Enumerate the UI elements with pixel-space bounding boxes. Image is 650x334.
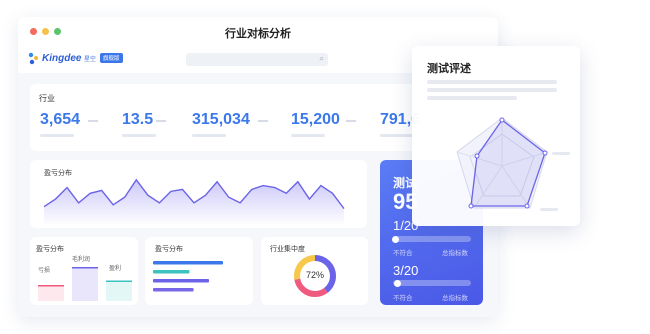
- profit-bar: [38, 285, 64, 301]
- axis-label-placeholder: [552, 152, 570, 155]
- distribution-bar-chart: [153, 261, 223, 292]
- score-row-value: 3/20: [393, 263, 419, 278]
- stats-label: 行业: [39, 94, 55, 103]
- distribution-bar: [153, 270, 190, 274]
- stat-bar: [192, 134, 226, 137]
- stat-bar: [291, 134, 325, 137]
- stat-value: 3,654: [40, 111, 81, 128]
- card-title: 盈亏分布: [36, 246, 64, 253]
- stat-bar: [380, 134, 414, 137]
- distribution-bar: [153, 288, 194, 292]
- donut-value: 72%: [305, 270, 324, 280]
- axis-label-placeholder: [540, 208, 558, 211]
- profit-bar-top: [38, 285, 64, 287]
- kingdee-logo-icon: [28, 52, 38, 65]
- product-name: 星空: [84, 57, 97, 63]
- concentration-card: 行业集中度 72%: [261, 237, 368, 305]
- stat-dash: [88, 120, 98, 122]
- stat-value: 315,034: [192, 111, 250, 128]
- distribution-bar: [153, 261, 223, 265]
- progress-track: [393, 280, 471, 286]
- distribution-bar: [153, 279, 209, 283]
- radar-chart: [456, 117, 548, 209]
- review-panel: 测试评述: [412, 46, 580, 226]
- app-logo: Kingdee: [42, 53, 82, 64]
- industry-stats-card: 行业 3,654 13.5 315,034 15,200 791,6: [30, 84, 440, 151]
- distribution-card: 盈亏分布: [145, 237, 253, 305]
- profit-bar: [72, 267, 98, 301]
- progress-knob: [392, 235, 399, 243]
- stat-value: 13.5: [122, 111, 154, 128]
- trend-chart: [43, 178, 345, 224]
- stat-bar: [122, 134, 156, 137]
- row-left-label: 不符合: [393, 250, 413, 257]
- review-title: 测试评述: [427, 63, 471, 75]
- text-line: [427, 96, 517, 100]
- search-icon[interactable]: ⌕: [320, 54, 324, 64]
- progress-track: [393, 236, 471, 242]
- profit-bar-top: [72, 267, 98, 269]
- stat-bar: [40, 134, 74, 137]
- card-title: 盈亏分布: [155, 246, 183, 253]
- row-right-label: 总指标数: [442, 250, 468, 257]
- edition-badge: 旗舰版: [100, 53, 123, 63]
- profit-distribution-card: 盈亏分布 亏损 毛利润 盈利: [30, 237, 138, 305]
- stat-dash: [156, 120, 166, 122]
- title-bar: 行业对标分析: [18, 17, 498, 46]
- search-input[interactable]: ⌕: [186, 53, 328, 66]
- stat-dash: [258, 120, 268, 122]
- stat-dash: [346, 120, 356, 122]
- text-line: [427, 88, 557, 92]
- progress-knob: [394, 279, 401, 287]
- profit-bar-top: [106, 280, 132, 282]
- window-title: 行业对标分析: [225, 28, 291, 40]
- trend-chart-card: 盈亏分布: [30, 160, 367, 228]
- row-left-label: 不符合: [393, 295, 413, 302]
- stat-value: 15,200: [291, 111, 340, 128]
- text-line: [427, 80, 557, 84]
- profit-bar: [106, 280, 132, 301]
- profit-bar-chart: [38, 267, 132, 301]
- row-right-label: 总指标数: [442, 295, 468, 302]
